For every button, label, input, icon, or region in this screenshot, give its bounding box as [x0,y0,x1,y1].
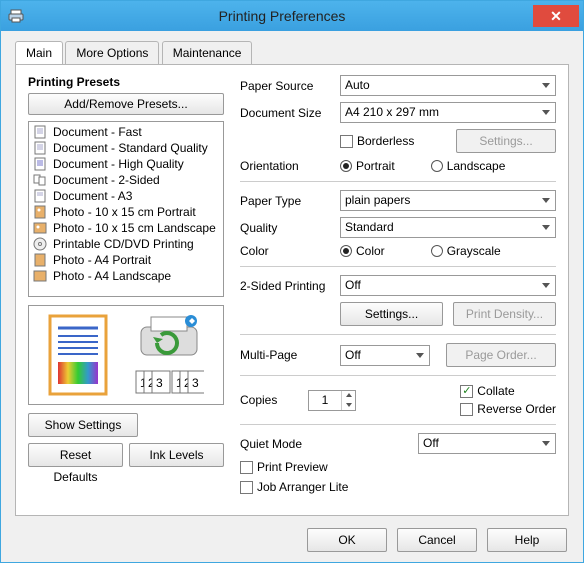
preset-label: Photo - 10 x 15 cm Landscape [53,221,216,235]
print-preview-checkbox[interactable]: Print Preview [240,460,556,474]
printing-presets-heading: Printing Presets [28,75,224,89]
quality-select[interactable]: Standard [340,217,556,238]
preset-item[interactable]: Document - A3 [31,188,221,204]
printer-icon [7,7,25,25]
preset-label: Document - 2-Sided [53,173,160,187]
job-arranger-checkbox[interactable]: Job Arranger Lite [240,480,556,494]
quality-label: Quality [240,221,332,235]
quiet-mode-label: Quiet Mode [240,437,410,451]
two-sided-label: 2-Sided Printing [240,279,332,293]
paper-type-select[interactable]: plain papers [340,190,556,211]
main-panel: Printing Presets Add/Remove Presets... D… [15,64,569,516]
document-size-label: Document Size [240,106,332,120]
document-icon [33,189,47,203]
page-preview-icon [48,314,108,396]
two-sided-icon [33,173,47,187]
photo-icon [33,269,47,283]
preset-list[interactable]: Document - Fast Document - Standard Qual… [28,121,224,297]
tab-main[interactable]: Main [15,41,63,64]
close-button[interactable]: ✕ [533,5,579,27]
quiet-mode-select[interactable]: Off [418,433,556,454]
paper-type-label: Paper Type [240,194,332,208]
tab-more-options[interactable]: More Options [65,41,159,64]
preset-item[interactable]: Printable CD/DVD Printing [31,236,221,252]
preset-label: Document - Standard Quality [53,141,208,155]
borderless-settings-button[interactable]: Settings... [456,129,556,153]
preset-item[interactable]: Photo - 10 x 15 cm Landscape [31,220,221,236]
document-icon [33,125,47,139]
tab-bar: Main More Options Maintenance [15,41,569,65]
printing-preferences-window: Printing Preferences ✕ Main More Options… [0,0,584,563]
multi-page-select[interactable]: Off [340,345,430,366]
titlebar: Printing Preferences ✕ [1,1,583,31]
page-order-button[interactable]: Page Order... [446,343,556,367]
preset-item[interactable]: Document - 2-Sided [31,172,221,188]
copies-up[interactable] [342,391,355,401]
ink-levels-button[interactable]: Ink Levels [129,443,224,467]
preset-label: Photo - A4 Portrait [53,253,151,267]
svg-text:3: 3 [156,376,163,390]
preset-item[interactable]: Photo - A4 Landscape [31,268,221,284]
preset-label: Printable CD/DVD Printing [53,237,194,251]
copies-label: Copies [240,393,300,407]
paper-source-label: Paper Source [240,79,332,93]
preset-label: Document - A3 [53,189,132,203]
photo-icon [33,253,47,267]
preset-label: Photo - A4 Landscape [53,269,171,283]
preset-item[interactable]: Photo - 10 x 15 cm Portrait [31,204,221,220]
reset-defaults-button[interactable]: Reset Defaults [28,443,123,467]
svg-text:3: 3 [192,376,199,390]
copies-spinner[interactable]: 1 [308,390,356,411]
orientation-portrait-radio[interactable]: Portrait [340,159,395,173]
window-title: Printing Preferences [31,8,533,24]
orientation-landscape-radio[interactable]: Landscape [431,159,506,173]
reverse-order-checkbox[interactable]: Reverse Order [460,402,556,416]
collate-checkbox[interactable]: Collate [460,384,556,398]
tab-maintenance[interactable]: Maintenance [162,41,253,64]
multi-page-label: Multi-Page [240,348,332,362]
preset-label: Photo - 10 x 15 cm Portrait [53,205,196,219]
preview-box: 1 2 3 1 2 3 [28,305,224,405]
printer-preview-icon [133,313,205,365]
ok-button[interactable]: OK [307,528,387,552]
paper-source-select[interactable]: Auto [340,75,556,96]
document-icon [33,157,47,171]
orientation-label: Orientation [240,159,332,173]
color-label: Color [240,244,332,258]
borderless-label: Borderless [357,134,414,148]
document-icon [33,141,47,155]
copies-down[interactable] [342,400,355,410]
color-color-radio[interactable]: Color [340,244,385,258]
dialog-footer: OK Cancel Help [307,528,567,552]
color-grayscale-radio[interactable]: Grayscale [431,244,501,258]
photo-icon [33,205,47,219]
preset-item[interactable]: Document - Standard Quality [31,140,221,156]
preset-item[interactable]: Document - Fast [31,124,221,140]
borderless-checkbox[interactable]: Borderless [340,134,414,148]
preset-label: Document - High Quality [53,157,184,171]
photo-icon [33,221,47,235]
add-remove-presets-button[interactable]: Add/Remove Presets... [28,93,224,115]
help-button[interactable]: Help [487,528,567,552]
preset-item[interactable]: Photo - A4 Portrait [31,252,221,268]
document-size-select[interactable]: A4 210 x 297 mm [340,102,556,123]
print-density-button[interactable]: Print Density... [453,302,556,326]
two-sided-settings-button[interactable]: Settings... [340,302,443,326]
collate-preview-icon: 1 2 3 1 2 3 [134,369,204,397]
disc-icon [33,237,47,251]
show-settings-button[interactable]: Show Settings [28,413,138,437]
preset-label: Document - Fast [53,125,142,139]
two-sided-select[interactable]: Off [340,275,556,296]
cancel-button[interactable]: Cancel [397,528,477,552]
preset-item[interactable]: Document - High Quality [31,156,221,172]
